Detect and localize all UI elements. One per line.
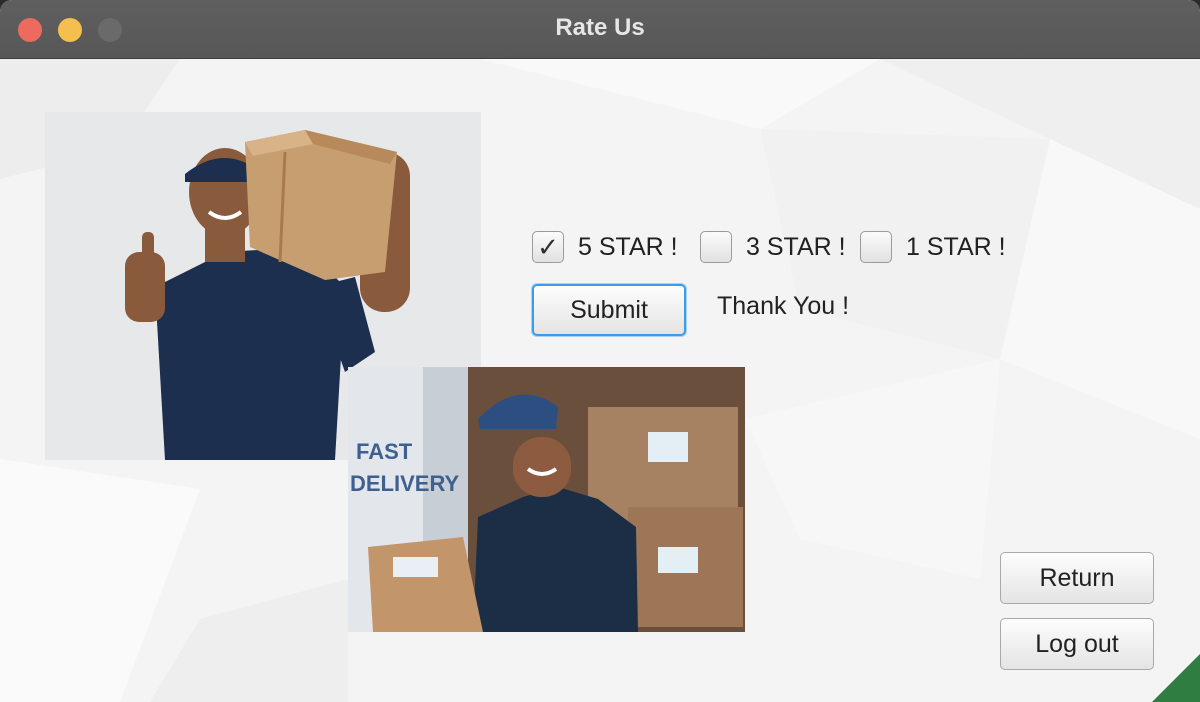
rating-3-star-option[interactable]: 3 STAR ! bbox=[700, 229, 846, 265]
window-title: Rate Us bbox=[555, 14, 645, 41]
logout-button[interactable]: Log out bbox=[1000, 618, 1154, 670]
submit-button[interactable]: Submit bbox=[532, 284, 686, 336]
svg-text:DELIVERY: DELIVERY bbox=[350, 471, 460, 496]
rating-1-star-option[interactable]: 1 STAR ! bbox=[860, 229, 1006, 265]
rating-1-star-checkbox[interactable] bbox=[860, 231, 892, 263]
rating-3-star-checkbox[interactable] bbox=[700, 231, 732, 263]
rating-5-star-checkbox[interactable]: ✓ bbox=[532, 231, 564, 263]
rating-5-star-option[interactable]: ✓ 5 STAR ! bbox=[532, 229, 678, 265]
resize-corner-accent bbox=[1152, 654, 1200, 702]
thank-you-message: Thank You ! bbox=[717, 292, 850, 320]
title-bar: Rate Us bbox=[0, 0, 1200, 59]
rating-5-star-label: 5 STAR ! bbox=[578, 232, 678, 261]
rating-3-star-label: 3 STAR ! bbox=[746, 232, 846, 261]
checkmark-icon: ✓ bbox=[537, 232, 559, 262]
courier-at-van-photo: FAST DELIVERY bbox=[348, 367, 745, 632]
svg-text:FAST: FAST bbox=[356, 439, 413, 464]
app-window: Rate Us FAST DELIVERY ✓ 5 STAR ! 3 STAR … bbox=[0, 0, 1200, 702]
rating-1-star-label: 1 STAR ! bbox=[906, 232, 1006, 261]
content-area: FAST DELIVERY ✓ 5 STAR ! 3 STAR ! 1 STAR… bbox=[0, 59, 1200, 702]
return-button[interactable]: Return bbox=[1000, 552, 1154, 604]
